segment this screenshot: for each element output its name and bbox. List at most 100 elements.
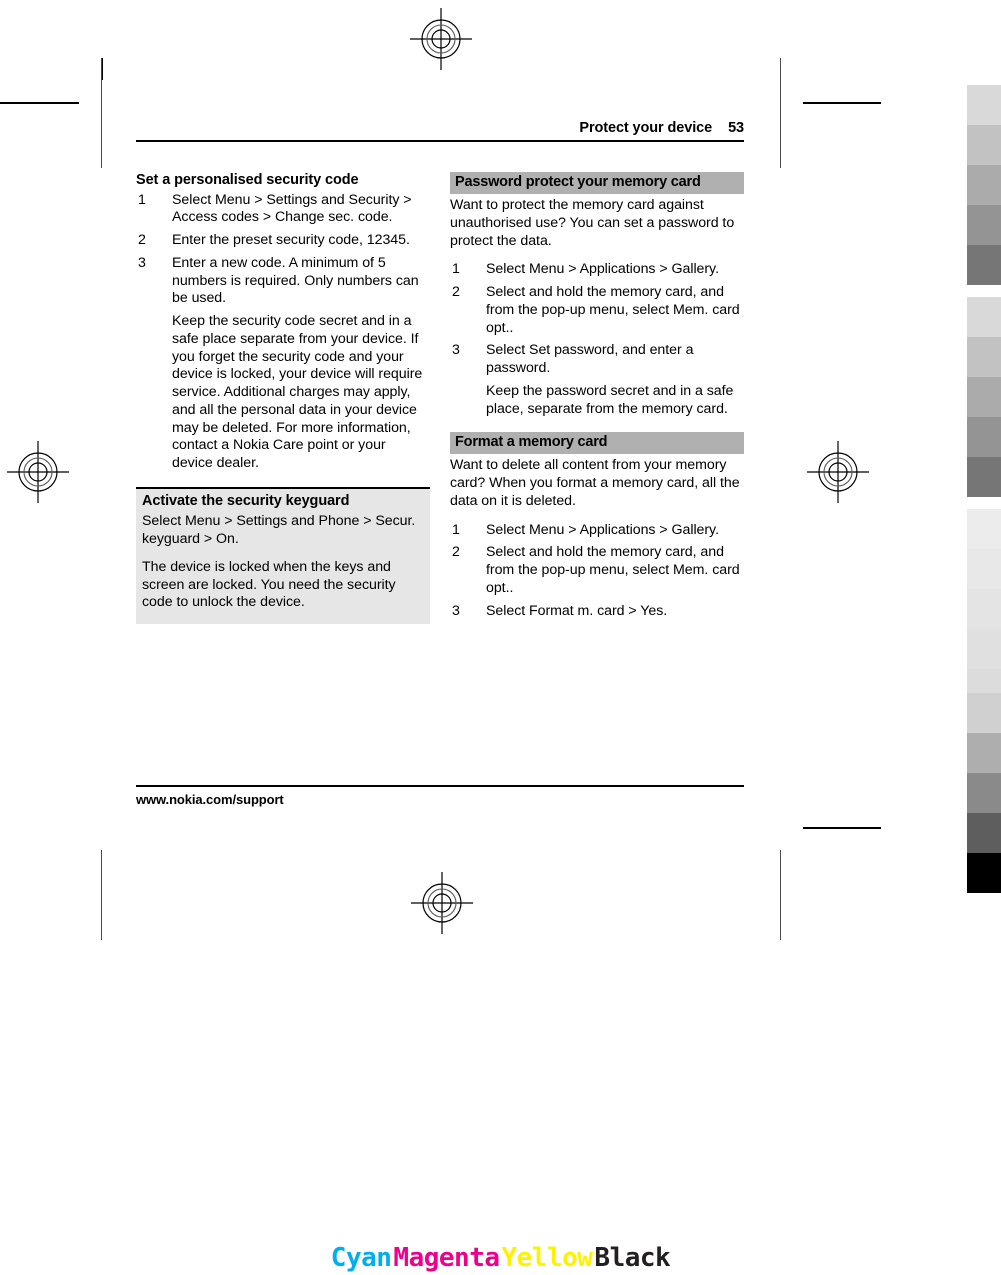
step-item: Enter a new code. A minimum of 5 numbers… [136,255,430,473]
section-banner-format-card: Format a memory card [450,432,744,455]
step-note: Keep the password secret and in a safe p… [486,382,734,417]
text-run: Select [486,342,530,359]
registration-mark-left [7,441,69,503]
ui-path-term: > [399,191,412,208]
gray-wedge-patch [967,549,1001,589]
cmyk-colorbar-labels: CyanMagentaYellowBlack [0,1243,1001,1273]
registration-mark-bottom [411,872,473,934]
ui-path-term: > [655,521,672,538]
text-run: Enter the preset security code, 12345. [172,232,410,249]
footer-url: www.nokia.com/support [136,792,284,807]
right-column: Password protect your memory card Want t… [440,172,744,625]
text-run: . [715,261,719,278]
gray-wedge-patch [967,509,1001,549]
text-run: Select [486,521,530,538]
ui-path-term: Menu [529,261,565,278]
ui-path-term: Menu [529,521,565,538]
text-run: and [287,513,319,530]
ui-path-term: > [250,191,267,208]
text-run: Select [486,602,530,619]
header-rule [136,140,744,142]
ui-path-term: Applications [579,261,656,278]
step-item: Select and hold the memory card, and fro… [450,544,744,597]
step-text: Select Menu > Settings and Security > Ac… [172,192,412,226]
registration-mark-right [807,441,869,503]
colorbar-label-black: Black [594,1243,671,1273]
ui-path-term: > [220,513,237,530]
manual-page: Protect your device 53 Set a personalised… [136,120,744,625]
ui-path-term: > [258,209,275,226]
step-text: Select and hold the memory card, and fro… [486,544,740,596]
tip-box-security-keyguard: Activate the security keyguard Select Me… [136,486,430,625]
ui-path-term: Settings [236,513,288,530]
section-2-intro: Want to delete all content from your mem… [450,457,740,509]
step-text: Enter a new code. A minimum of 5 numbers… [172,255,419,307]
steps-list-format-card: Select Menu > Applications > Gallery. Sel… [450,522,744,621]
ui-path-term: Change sec. code [274,209,389,226]
gray-wedge-patch [967,297,1001,337]
gray-wedge-group-2 [967,297,1001,497]
gray-wedge-patch [967,693,1001,733]
registration-mark-top [410,8,472,70]
step-text: Select Menu > Applications > Gallery. [486,522,719,538]
ui-path-term: Format m. card [529,602,625,619]
crop-mark-top-left-horizontal [0,102,79,104]
text-run: . [509,579,514,596]
step-text: Select Format m. card > Yes. [486,603,667,619]
chapter-title: Protect your device [579,120,713,136]
step-item: Select Menu > Applications > Gallery. [450,522,744,540]
step-text: Select Menu > Applications > Gallery. [486,261,719,277]
gray-wedge-group-1 [967,85,1001,285]
tip-box-body: The device is locked when the keys and s… [142,558,396,611]
step-item: Select Menu > Applications > Gallery. [450,261,744,279]
gray-wedge-patch [967,629,1001,669]
step-item: Enter the preset security code, 12345. [136,232,430,250]
gray-wedge-patch [967,85,1001,125]
ui-path-term: Set password [529,342,615,359]
section-banner-password-protect: Password protect your memory card [450,172,744,195]
trim-guide-left-lower [101,850,102,940]
trim-guide-left-upper [101,58,102,168]
step-text: Enter the preset security code, 12345. [172,232,410,248]
gray-wedge-patch [967,377,1001,417]
ui-path-term: Phone [318,513,360,530]
step-note: Keep the security code secret and in a s… [172,313,423,472]
gray-wedge-patch [967,733,1001,773]
colorbar-label-cyan: Cyan [330,1243,392,1273]
gray-wedge-group-4 [967,693,1001,893]
ui-path-term: Menu [185,513,221,530]
text-run: . [388,209,393,226]
ui-path-term: > [564,261,580,278]
gray-wedge-patch [967,125,1001,165]
crop-mark-top-right-horizontal [803,102,881,104]
text-run: . [509,319,514,336]
trim-guide-right-lower [780,850,781,940]
gray-wedge-patch [967,165,1001,205]
step-item: Select Format m. card > Yes. [450,603,744,621]
gray-wedge-patch [967,417,1001,457]
ui-path-term: > [564,521,580,538]
ui-path-term: Settings [266,191,318,208]
steps-list-security-code: Select Menu > Settings and Security > Ac… [136,192,430,473]
ui-path-term: > [655,261,672,278]
crop-mark-bottom-right-horizontal [803,827,881,829]
text-run: Select [486,261,530,278]
colorbar-label-yellow: Yellow [501,1243,593,1273]
text-run: Select [172,191,216,208]
gray-wedge-patch [967,589,1001,629]
text-run: Select [142,513,186,530]
step-item: Select and hold the memory card, and fro… [450,284,744,337]
trim-guide-right-upper [780,58,781,168]
two-column-layout: Set a personalised security code Select … [136,172,744,625]
ui-path-term: Gallery [671,261,716,278]
gray-wedge-patch [967,813,1001,853]
ui-path-term: > [359,513,376,530]
gray-wedge-patch [967,773,1001,813]
gray-wedge-patch [967,337,1001,377]
tip-box-path: Select Menu > Settings and Phone > Secur… [142,513,424,549]
ui-path-term: Applications [579,521,656,538]
text-run: . [663,602,668,619]
gray-wedge-patch [967,205,1001,245]
ui-path-term: Yes [640,602,664,619]
section-title-security-code: Set a personalised security code [136,172,359,188]
